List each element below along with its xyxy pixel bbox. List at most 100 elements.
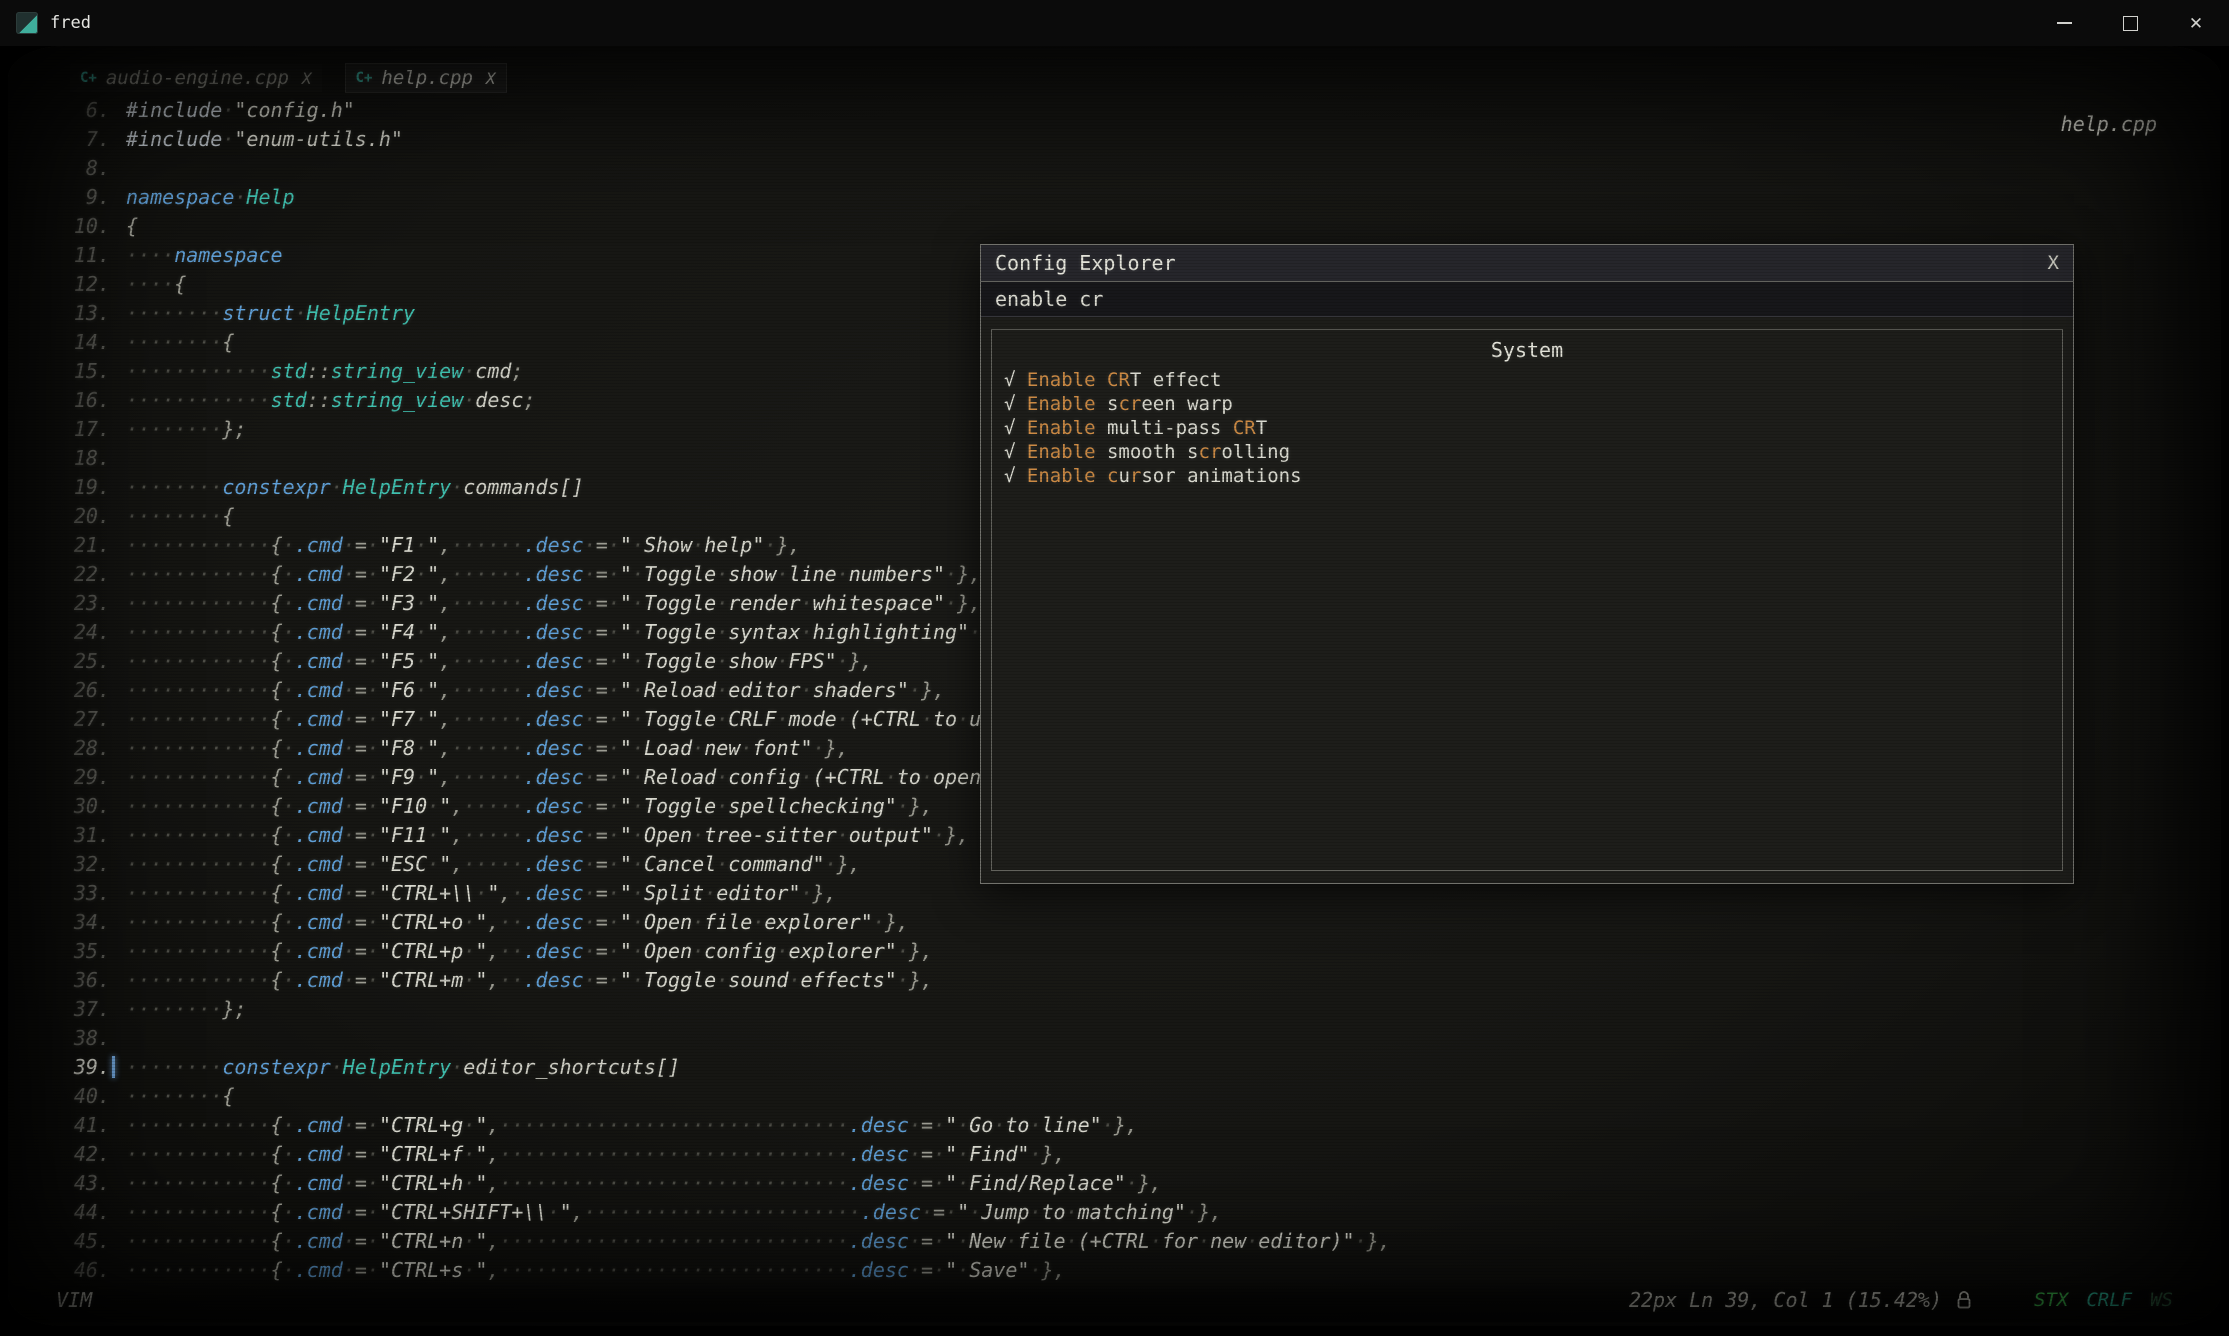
code-line-text: ········{: [126, 502, 234, 531]
close-button[interactable]: ✕: [2163, 0, 2229, 46]
code-line[interactable]: 6.#include·"config.h": [62, 96, 1391, 125]
code-line-text: ············{·.cmd·=·"F9·",······.desc·=…: [126, 763, 1126, 792]
code-line[interactable]: 37.········};: [62, 995, 1391, 1024]
line-number: 28.: [62, 734, 110, 763]
cursor-position: 22px Ln 39, Col 1 (15.42%): [1629, 1288, 1942, 1312]
line-number: 12.: [62, 270, 110, 299]
line-number: 9.: [62, 183, 110, 212]
code-line[interactable]: 45.············{·.cmd·=·"CTRL+n·",······…: [62, 1227, 1391, 1256]
popup-title-bar[interactable]: Config Explorer X: [981, 245, 2073, 282]
code-line-text: #include·"enum-utils.h": [126, 125, 403, 154]
config-section-header: System: [1004, 338, 2050, 362]
popup-title: Config Explorer: [995, 251, 1176, 275]
config-checkbox-item[interactable]: √ Enable screen warp: [1004, 392, 2050, 416]
line-number: 41.: [62, 1111, 110, 1140]
minimize-icon: [2057, 22, 2072, 24]
status-flag: WS: [2150, 1289, 2173, 1311]
line-number: 19.: [62, 473, 110, 502]
code-line[interactable]: 34.············{·.cmd·=·"CTRL+o·",··.des…: [62, 908, 1391, 937]
code-line[interactable]: 40.········{: [62, 1082, 1391, 1111]
config-checkbox-item[interactable]: √ Enable smooth scrolling: [1004, 440, 2050, 464]
line-number: 13.: [62, 299, 110, 328]
line-number: 16.: [62, 386, 110, 415]
code-line-text: ············{·.cmd·=·"CTRL+n·",·········…: [126, 1227, 1391, 1256]
config-checkbox-item[interactable]: √ Enable multi-pass CRT: [1004, 416, 2050, 440]
popup-close-icon[interactable]: X: [2048, 252, 2059, 274]
code-line[interactable]: 44.············{·.cmd·=·"CTRL+SHIFT+\\·"…: [62, 1198, 1391, 1227]
line-number: 43.: [62, 1169, 110, 1198]
code-line-text: ············{·.cmd·=·"CTRL+f·",·········…: [126, 1140, 1066, 1169]
line-number: 22.: [62, 560, 110, 589]
config-items-list: √ Enable CRT effect√ Enable screen warp√…: [1004, 368, 2050, 488]
code-line-text: ············{·.cmd·=·"CTRL+m·",··.desc·=…: [126, 966, 933, 995]
code-line-text: ············{·.cmd·=·"CTRL+\\·",·.desc·=…: [126, 879, 837, 908]
checkmark-icon: √: [1004, 465, 1015, 487]
code-line-text: ············{·.cmd·=·"CTRL+p·",··.desc·=…: [126, 937, 933, 966]
line-number: 6.: [62, 96, 110, 125]
line-number: 34.: [62, 908, 110, 937]
config-search-input[interactable]: enable cr: [981, 282, 2073, 317]
line-number: 24.: [62, 618, 110, 647]
checkmark-icon: √: [1004, 441, 1015, 463]
code-line[interactable]: 39. ········constexpr·HelpEntry·editor_sh…: [62, 1053, 1391, 1082]
line-number: 39.: [62, 1053, 110, 1082]
line-number: 25.: [62, 647, 110, 676]
code-line-text: ············{·.cmd·=·"F5·",······.desc·=…: [126, 647, 873, 676]
line-number: 31.: [62, 821, 110, 850]
line-number: 26.: [62, 676, 110, 705]
code-line-text: ····{: [126, 270, 186, 299]
code-line-text: {: [126, 212, 138, 241]
checkmark-icon: √: [1004, 417, 1015, 439]
code-line-text: ············{·.cmd·=·"F4·",······.desc·=…: [126, 618, 1005, 647]
tab-help-cpp[interactable]: C+ help.cpp X: [346, 64, 506, 92]
checkmark-icon: √: [1004, 393, 1015, 415]
code-line-text: ············{·.cmd·=·"F11·",·····.desc·=…: [126, 821, 969, 850]
minimize-button[interactable]: [2031, 0, 2097, 46]
code-line-text: ····namespace: [126, 241, 283, 270]
vim-mode-indicator: VIM: [56, 1288, 92, 1312]
code-line[interactable]: 41. ············{·.cmd·=·"CTRL+g·",······…: [62, 1111, 1391, 1140]
code-line[interactable]: 36. ············{·.cmd·=·"CTRL+m·",··.des…: [62, 966, 1391, 995]
code-line[interactable]: 7.#include·"enum-utils.h": [62, 125, 1391, 154]
line-number: 38.: [62, 1024, 110, 1053]
line-number: 36.: [62, 966, 110, 995]
line-number: 14.: [62, 328, 110, 357]
code-line-text: ············{·.cmd·=·"F8·",······.desc·=…: [126, 734, 849, 763]
tab-bar: C+ audio-engine.cpp X C+ help.cpp X: [70, 64, 506, 92]
tab-close-icon[interactable]: X: [302, 69, 312, 88]
line-number: 23.: [62, 589, 110, 618]
tab-label: audio-engine.cpp: [106, 67, 289, 89]
code-line-text: ········};: [126, 415, 246, 444]
lock-icon: [1956, 1290, 1972, 1310]
code-line-text: ············{·.cmd·=·"CTRL+g·",·········…: [126, 1111, 1138, 1140]
code-line[interactable]: 9. namespace·Help: [62, 183, 1391, 212]
code-line-text: ············std::string_view·cmd;: [126, 357, 523, 386]
code-line[interactable]: 42.············{·.cmd·=·"CTRL+f·",······…: [62, 1140, 1391, 1169]
code-line-text: ············{·.cmd·=·"F1·",······.desc·=…: [126, 531, 801, 560]
line-number: 35.: [62, 937, 110, 966]
line-number: 37.: [62, 995, 110, 1024]
tab-close-icon[interactable]: X: [486, 69, 496, 88]
maximize-button[interactable]: [2097, 0, 2163, 46]
code-line[interactable]: 38.: [62, 1024, 1391, 1053]
code-line-text: ············{·.cmd·=·"F6·",······.desc·=…: [126, 676, 945, 705]
code-line[interactable]: 10.{: [62, 212, 1391, 241]
window-titlebar[interactable]: fred ✕: [0, 0, 2229, 46]
code-line-text: ········constexpr·HelpEntry·editor_short…: [126, 1053, 680, 1082]
tab-audio-engine-cpp[interactable]: C+ audio-engine.cpp X: [70, 64, 322, 92]
code-line[interactable]: 35. ············{·.cmd·=·"CTRL+p·",··.des…: [62, 937, 1391, 966]
code-line[interactable]: 43.············{·.cmd·=·"CTRL+h·",······…: [62, 1169, 1391, 1198]
config-results-panel: System √ Enable CRT effect√ Enable scree…: [991, 329, 2063, 871]
code-line-text: namespace·Help: [126, 183, 295, 212]
code-line[interactable]: 8.: [62, 154, 1391, 183]
cpp-file-icon: C+: [356, 70, 373, 86]
code-line-text: ········struct·HelpEntry: [126, 299, 415, 328]
config-checkbox-item[interactable]: √ Enable CRT effect: [1004, 368, 2050, 392]
config-checkbox-item[interactable]: √ Enable cursor animations: [1004, 464, 2050, 488]
code-line-text: ············{·.cmd·=·"F3·",······.desc·=…: [126, 589, 981, 618]
code-line-text: ············{·.cmd·=·"F7·",······.desc·=…: [126, 705, 1090, 734]
close-icon: ✕: [2189, 15, 2203, 32]
line-number: 15.: [62, 357, 110, 386]
line-number: 44.: [62, 1198, 110, 1227]
line-number: 11.: [62, 241, 110, 270]
